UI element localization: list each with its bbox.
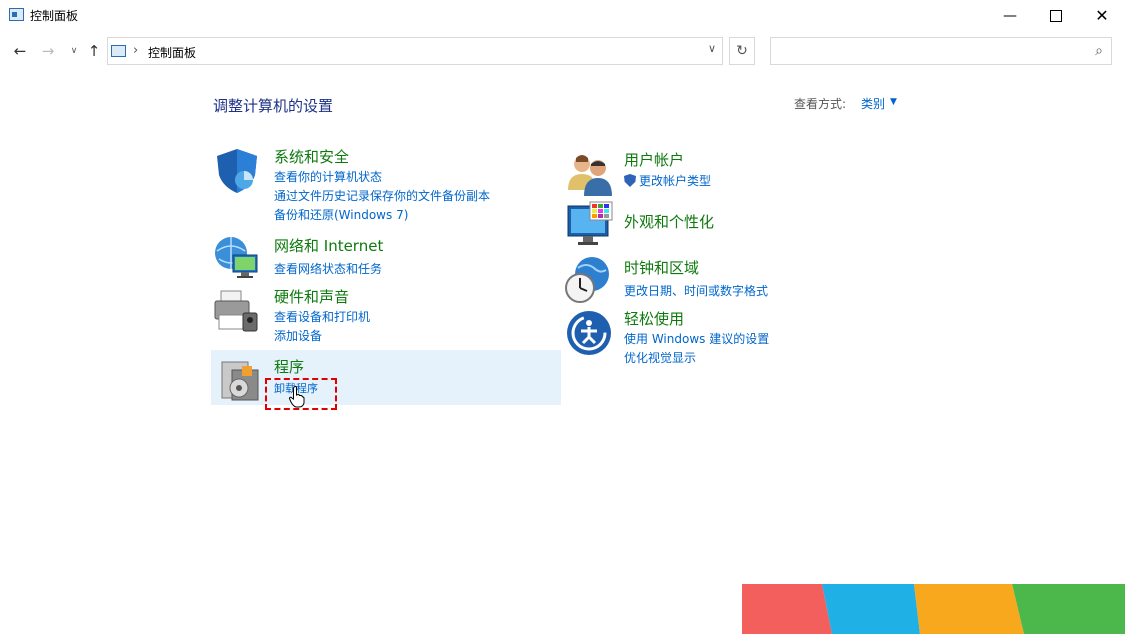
link-view-computer-status[interactable]: 查看你的计算机状态 <box>274 168 382 185</box>
link-change-account-type-label[interactable]: 更改帐户类型 <box>639 174 711 188</box>
refresh-button[interactable]: ↻ <box>729 37 755 65</box>
link-change-account-type[interactable]: 更改帐户类型 <box>624 172 711 189</box>
shield-icon[interactable] <box>213 147 261 195</box>
link-file-history[interactable]: 通过文件历史记录保存你的文件备份副本 <box>274 187 490 204</box>
control-panel-icon <box>9 8 24 21</box>
category-programs[interactable]: 程序 <box>274 356 304 377</box>
link-optimize-visual-display[interactable]: 优化视觉显示 <box>624 349 696 366</box>
network-globe-icon[interactable] <box>213 233 261 281</box>
page-title: 调整计算机的设置 <box>213 97 334 115</box>
chevron-down-icon[interactable]: ∨ <box>708 42 716 55</box>
printer-icon[interactable] <box>213 287 261 335</box>
link-add-device[interactable]: 添加设备 <box>274 327 322 344</box>
minimize-button[interactable]: — <box>987 0 1033 31</box>
category-user-accounts[interactable]: 用户帐户 <box>624 149 684 170</box>
clock-globe-icon[interactable] <box>564 256 612 304</box>
breadcrumb-chevron-icon[interactable]: › <box>133 43 138 58</box>
link-windows-suggested-settings[interactable]: 使用 Windows 建议的设置 <box>624 330 769 347</box>
category-system-security[interactable]: 系统和安全 <box>274 146 349 167</box>
programs-icon[interactable] <box>218 356 266 404</box>
breadcrumb[interactable]: 控制面板 <box>148 44 196 61</box>
uac-shield-icon <box>624 174 636 187</box>
category-ease-of-access[interactable]: 轻松使用 <box>624 308 684 329</box>
category-clock-region[interactable]: 时钟和区域 <box>624 257 699 278</box>
chevron-down-icon[interactable]: ▼ <box>890 97 897 107</box>
window-title: 控制面板 <box>30 9 79 23</box>
recent-locations-button[interactable]: ∨ <box>64 40 84 62</box>
category-hardware-sound[interactable]: 硬件和声音 <box>274 286 349 307</box>
appearance-icon[interactable] <box>566 200 614 248</box>
close-button[interactable]: ✕ <box>1079 0 1125 31</box>
search-input[interactable]: ⌕ <box>770 37 1112 65</box>
link-backup-restore[interactable]: 备份和还原(Windows 7) <box>274 206 408 223</box>
up-button[interactable]: ↑ <box>84 40 104 62</box>
link-network-status[interactable]: 查看网络状态和任务 <box>274 260 382 277</box>
hand-cursor-icon <box>289 386 305 408</box>
address-bar[interactable]: › 控制面板 ∨ <box>107 37 723 65</box>
forward-button[interactable]: → <box>38 40 58 62</box>
category-appearance-personalization[interactable]: 外观和个性化 <box>624 211 714 232</box>
link-change-date-time-format[interactable]: 更改日期、时间或数字格式 <box>624 282 768 299</box>
control-panel-icon <box>111 45 126 57</box>
category-network-internet[interactable]: 网络和 Internet <box>274 235 383 256</box>
view-by-dropdown[interactable]: 类别 <box>861 95 885 112</box>
search-icon[interactable]: ⌕ <box>1095 43 1103 59</box>
maximize-button[interactable] <box>1033 0 1079 31</box>
ease-of-access-icon[interactable] <box>566 310 614 358</box>
title-bar: 控制面板 — ✕ <box>0 0 1125 31</box>
view-by-label: 查看方式: <box>794 97 847 111</box>
link-devices-printers[interactable]: 查看设备和打印机 <box>274 308 370 325</box>
decorative-color-stripes <box>742 584 1125 634</box>
back-button[interactable]: ← <box>10 40 30 62</box>
users-icon[interactable] <box>566 150 614 198</box>
